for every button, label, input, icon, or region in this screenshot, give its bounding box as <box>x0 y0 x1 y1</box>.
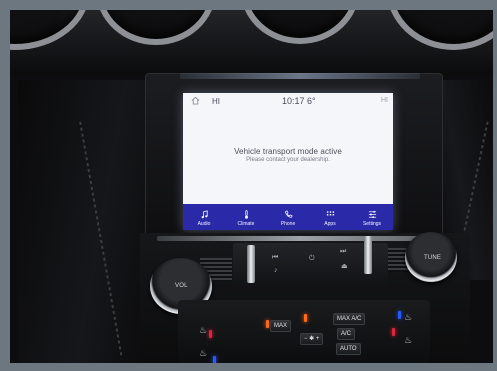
music-icon[interactable]: ♪ <box>274 267 278 274</box>
nav-apps[interactable]: Apps <box>309 204 351 230</box>
music-note-icon <box>201 210 208 219</box>
max-heat-button[interactable]: MAX <box>270 320 292 332</box>
nav-phone-label: Phone <box>280 221 296 227</box>
nav-apps-label: Apps <box>324 221 336 227</box>
status-right-text: HI <box>381 97 388 104</box>
bottom-nav-bar: Audio Climate Phone Apps Settings <box>183 204 393 230</box>
eject-icon[interactable]: ⏏ <box>341 262 348 270</box>
thermometer-icon <box>244 210 248 219</box>
heated-seat-right-icon[interactable]: ♨ <box>404 312 412 323</box>
air-vent-right-inner <box>240 0 360 44</box>
car-dashboard-photo: HI 10:17 6° HI Vehicle transport mode ac… <box>0 0 497 371</box>
chrome-toggle-left[interactable] <box>247 245 255 283</box>
home-icon[interactable] <box>191 96 200 105</box>
phone-icon <box>284 210 293 218</box>
fan-speed-button[interactable]: − ✱ + <box>300 333 324 345</box>
message-title: Vehicle transport mode active <box>234 147 342 156</box>
chrome-toggle-right[interactable] <box>364 236 372 274</box>
message-subtitle: Please contact your dealership. <box>246 157 330 163</box>
nav-climate[interactable]: Climate <box>225 204 267 230</box>
seek-forward-icon[interactable]: ⏭ <box>340 248 346 256</box>
status-left-text: HI <box>212 97 220 106</box>
dashboard-upper <box>0 0 497 75</box>
heated-seat-left-icon[interactable]: ♨ <box>199 325 207 336</box>
max-ac-button[interactable]: MAX A/C <box>333 313 366 325</box>
seek-back-icon[interactable]: ⏮ <box>272 254 278 262</box>
clock-temperature: 10:17 6° <box>282 96 316 106</box>
auto-button[interactable]: AUTO <box>336 343 361 355</box>
max-heat-indicator <box>266 320 269 328</box>
cooled-seat-left-icon[interactable]: ♨ <box>199 348 207 359</box>
nav-settings[interactable]: Settings <box>351 204 393 230</box>
air-vent-left-outer <box>0 0 90 50</box>
bezel-glow <box>180 73 420 79</box>
air-vent-left-inner <box>96 0 216 45</box>
volume-knob-label: VOL <box>175 283 188 289</box>
nav-climate-label: Climate <box>237 221 255 227</box>
cooled-seat-left-indicator <box>213 356 216 364</box>
air-vent-right-outer <box>386 0 497 50</box>
nav-audio[interactable]: Audio <box>183 204 225 230</box>
status-bar: HI 10:17 6° HI <box>183 93 393 109</box>
defrost-indicator <box>304 314 307 322</box>
infotainment-screen: HI 10:17 6° HI Vehicle transport mode ac… <box>183 93 393 230</box>
power-icon[interactable]: ⏻ <box>309 255 315 263</box>
nav-audio-label: Audio <box>197 221 211 227</box>
tune-knob-label: TUNE <box>424 255 442 261</box>
cooled-seat-right-icon[interactable]: ♨ <box>404 335 412 346</box>
left-leather-trim <box>18 80 148 371</box>
ac-button[interactable]: A/C <box>337 328 356 340</box>
nav-settings-label: Settings <box>362 221 382 227</box>
grid-icon <box>326 211 334 216</box>
transport-mode-message: Vehicle transport mode active Please con… <box>183 147 393 163</box>
heated-seat-right-indicator <box>392 328 395 336</box>
cooled-seat-right-indicator <box>398 311 401 319</box>
sliders-icon <box>368 210 376 219</box>
nav-phone[interactable]: Phone <box>267 204 309 230</box>
chrome-trim-strip <box>157 236 443 241</box>
heated-seat-left-indicator <box>209 330 212 338</box>
